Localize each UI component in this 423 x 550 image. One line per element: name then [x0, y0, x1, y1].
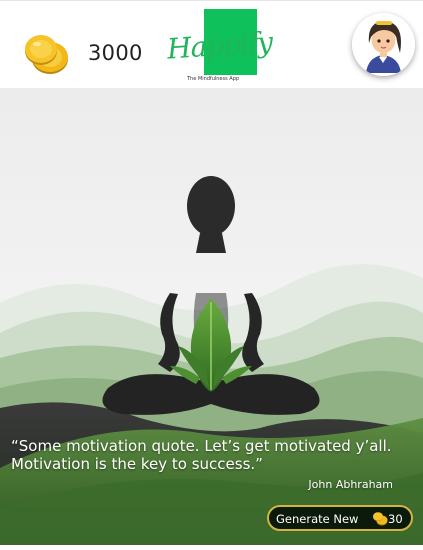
quote-author: John Abhraham [308, 478, 393, 491]
generate-cost: 30 [388, 512, 403, 526]
gold-coins-icon [22, 29, 72, 77]
motivation-quote: “Some motivation quote. Let’s get motiva… [11, 437, 392, 473]
gold-coin-icon [372, 511, 388, 526]
app-logo: Happify The Mindfulness App [166, 9, 273, 84]
generate-new-label: Generate New [276, 512, 359, 526]
generate-new-button[interactable]: Generate New 30 [267, 505, 413, 531]
coin-balance: 3000 [88, 41, 143, 65]
user-avatar-icon[interactable] [352, 13, 415, 76]
logo-text: Happify [165, 25, 274, 66]
logo-tagline: The Mindfulness App [187, 76, 240, 82]
app-header: 3000 Happify The Mindfulness App [0, 0, 423, 88]
meditation-figure-illustration [0, 88, 423, 545]
